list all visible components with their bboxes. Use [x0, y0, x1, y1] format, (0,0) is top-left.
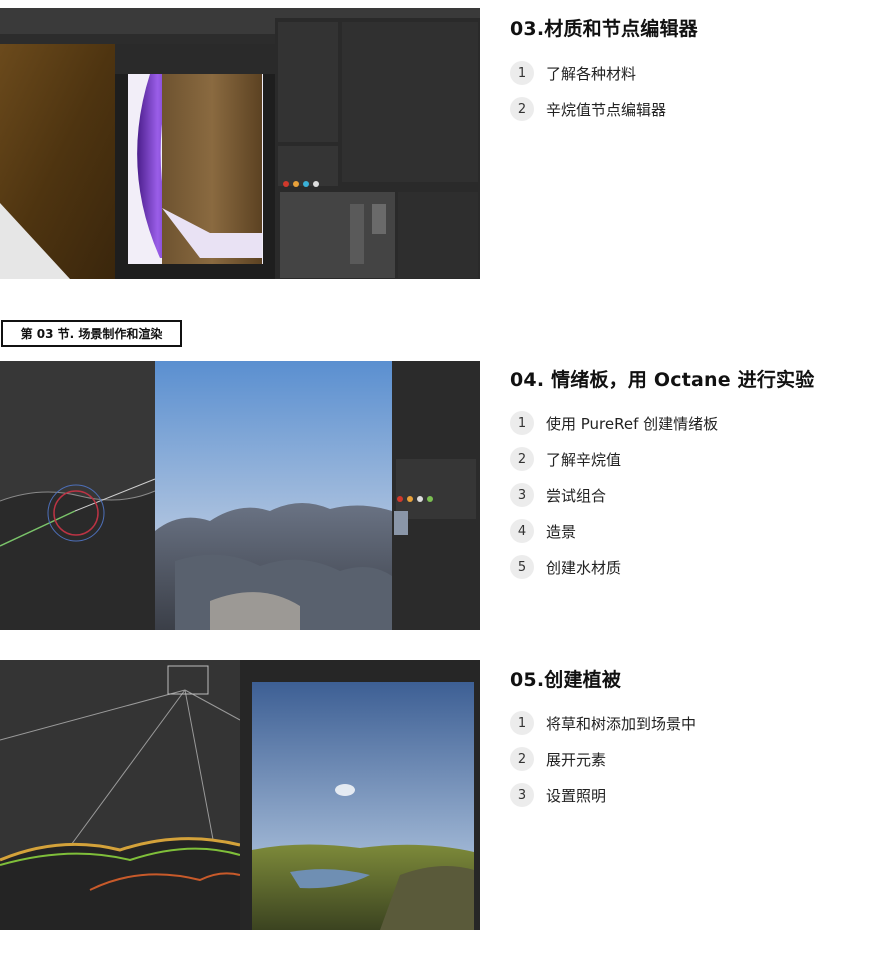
lesson-04-topic-list: 1 使用 PureRef 创建情绪板 2 了解辛烷值 3 尝试组合 4 造景 5…	[510, 405, 718, 585]
lesson-05-thumbnail	[0, 660, 480, 930]
topic-number-badge: 3	[510, 483, 534, 507]
list-item: 2 了解辛烷值	[510, 441, 718, 477]
lesson-04-title: 04. 情绪板，用 Octane 进行实验	[510, 369, 815, 391]
list-item: 2 展开元素	[510, 741, 696, 777]
terrain-render-screenshot	[0, 361, 480, 630]
lesson-04-thumbnail	[0, 361, 480, 630]
material-editor-screenshot	[0, 8, 480, 279]
section-header: 第 03 节. 场景制作和渲染	[1, 320, 182, 347]
topic-text: 了解各种材料	[546, 64, 637, 83]
topic-text: 将草和树添加到场景中	[546, 714, 697, 733]
lesson-03-topic-list: 1 了解各种材料 2 辛烷值节点编辑器	[510, 55, 666, 127]
topic-text: 造景	[546, 522, 577, 541]
list-item: 3 设置照明	[510, 777, 696, 813]
list-item: 4 造景	[510, 513, 718, 549]
list-item: 1 将草和树添加到场景中	[510, 705, 696, 741]
topic-number-badge: 1	[510, 61, 534, 85]
topic-number-badge: 1	[510, 711, 534, 735]
topic-text: 了解辛烷值	[546, 450, 622, 469]
topic-text: 辛烷值节点编辑器	[546, 100, 667, 119]
list-item: 1 使用 PureRef 创建情绪板	[510, 405, 718, 441]
vegetation-render-screenshot	[0, 660, 480, 930]
topic-text: 创建水材质	[546, 558, 622, 577]
topic-number-badge: 5	[510, 555, 534, 579]
topic-number-badge: 2	[510, 97, 534, 121]
topic-number-badge: 1	[510, 411, 534, 435]
topic-number-badge: 3	[510, 783, 534, 807]
lesson-05-topic-list: 1 将草和树添加到场景中 2 展开元素 3 设置照明	[510, 705, 696, 813]
lesson-03-thumbnail	[0, 8, 480, 279]
topic-number-badge: 2	[510, 447, 534, 471]
list-item: 5 创建水材质	[510, 549, 718, 585]
list-item: 2 辛烷值节点编辑器	[510, 91, 666, 127]
topic-text: 使用 PureRef 创建情绪板	[546, 414, 719, 433]
topic-number-badge: 4	[510, 519, 534, 543]
list-item: 1 了解各种材料	[510, 55, 666, 91]
topic-text: 展开元素	[546, 750, 607, 769]
topic-number-badge: 2	[510, 747, 534, 771]
list-item: 3 尝试组合	[510, 477, 718, 513]
topic-text: 尝试组合	[546, 486, 607, 505]
lesson-03-title: 03.材质和节点编辑器	[510, 18, 698, 40]
topic-text: 设置照明	[546, 786, 607, 805]
lesson-05-title: 05.创建植被	[510, 669, 622, 691]
